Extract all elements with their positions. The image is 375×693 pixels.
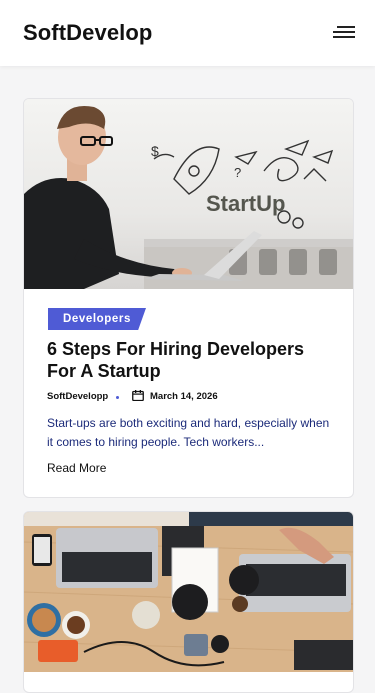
post-image[interactable]: $ ? StartUp	[24, 99, 353, 289]
image-caption-text: StartUp	[206, 191, 285, 216]
read-more-link[interactable]: Read More	[47, 461, 106, 475]
site-header: SoftDevelop	[0, 0, 375, 66]
post-image[interactable]	[24, 512, 353, 672]
post-author[interactable]: SoftDevelopp	[47, 391, 108, 402]
svg-text:$: $	[151, 143, 159, 159]
post-title[interactable]: 6 Steps For Hiring Developers For A Star…	[47, 338, 337, 382]
post-card: $ ? StartUp Developers 6 Steps For Hirin…	[23, 98, 354, 498]
site-logo[interactable]: SoftDevelop	[23, 20, 152, 46]
meta-separator-dot	[116, 396, 119, 399]
post-date: March 14, 2026	[150, 391, 218, 402]
category-badge[interactable]: Developers	[48, 308, 146, 330]
post-excerpt: Start-ups are both exciting and hard, es…	[47, 416, 330, 449]
hamburger-menu-icon[interactable]	[331, 26, 355, 40]
svg-text:?: ?	[234, 165, 241, 180]
post-card	[23, 511, 354, 693]
calendar-icon	[132, 390, 144, 401]
